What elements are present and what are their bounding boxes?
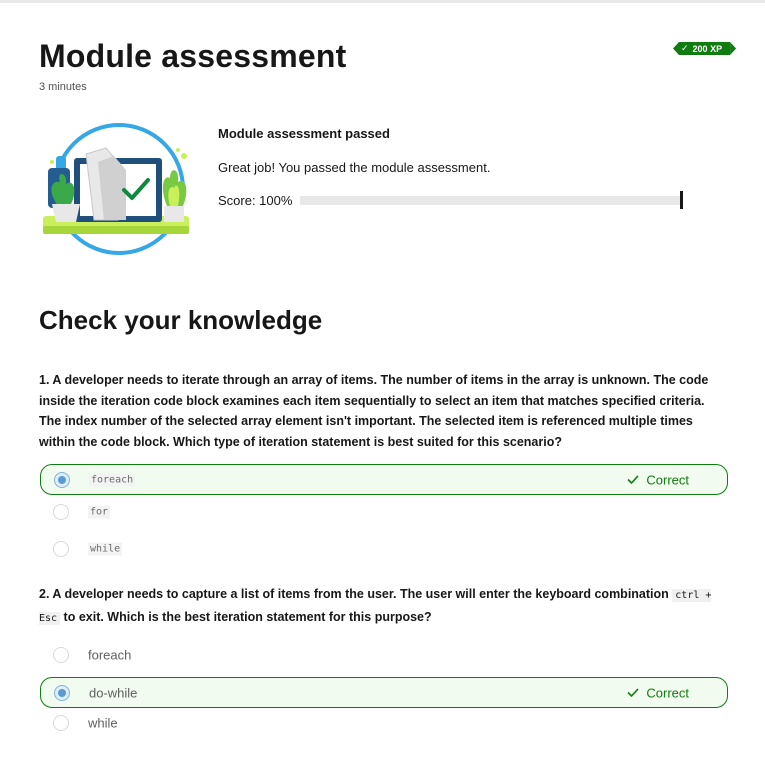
q1-option-for[interactable]: for [40,496,728,527]
correct-indicator: Correct [627,472,689,487]
question-2-text-part1: 2. A developer needs to capture a list o… [39,587,669,601]
q1-option-while[interactable]: while [40,533,728,564]
checkmark-icon [627,688,639,698]
xp-label: 200 XP [692,43,723,54]
radio-button-selected[interactable] [54,684,70,701]
radio-button[interactable] [53,714,69,731]
top-border [0,0,765,3]
option-label: while [88,542,123,555]
score-label: Score: 100% [218,193,293,208]
correct-label: Correct [646,685,689,700]
score-progress-marker [680,191,683,209]
option-label: foreach [89,473,136,486]
option-label: for [88,505,111,518]
duration-label: 3 minutes [39,81,87,93]
radio-button[interactable] [53,540,69,557]
option-label: foreach [88,647,132,662]
q2-option-do-while[interactable]: do-while Correct [40,677,728,708]
correct-indicator: Correct [627,685,689,700]
q2-option-foreach[interactable]: foreach [40,639,728,670]
question-2-text: 2. A developer needs to capture a list o… [39,584,729,629]
radio-button-selected[interactable] [54,471,70,488]
section-title: Check your knowledge [39,305,323,335]
score-progress-bar [300,196,680,205]
correct-label: Correct [646,472,689,487]
xp-badge-body: ✓ 200 XP [673,42,731,55]
result-message: Great job! You passed the module assessm… [218,160,491,175]
question-2-text-part2: to exit. Which is the best iteration sta… [63,609,432,624]
q1-option-foreach[interactable]: foreach Correct [40,464,728,495]
radio-button[interactable] [53,503,69,520]
result-title: Module assessment passed [218,126,390,141]
checkmark-icon: ✓ [681,43,689,53]
option-label: while [88,715,118,730]
checkmark-icon [627,475,639,485]
q2-option-while[interactable]: while [40,707,728,738]
assessment-passed-illustration [43,123,189,255]
radio-button[interactable] [53,646,69,663]
page-title: Module assessment [39,38,347,74]
option-label: do-while [89,685,138,700]
question-1-text: 1. A developer needs to iterate through … [39,373,709,449]
score-progress-fill [300,196,680,205]
xp-badge: ✓ 200 XP [673,42,737,55]
xp-badge-tail [730,42,737,55]
